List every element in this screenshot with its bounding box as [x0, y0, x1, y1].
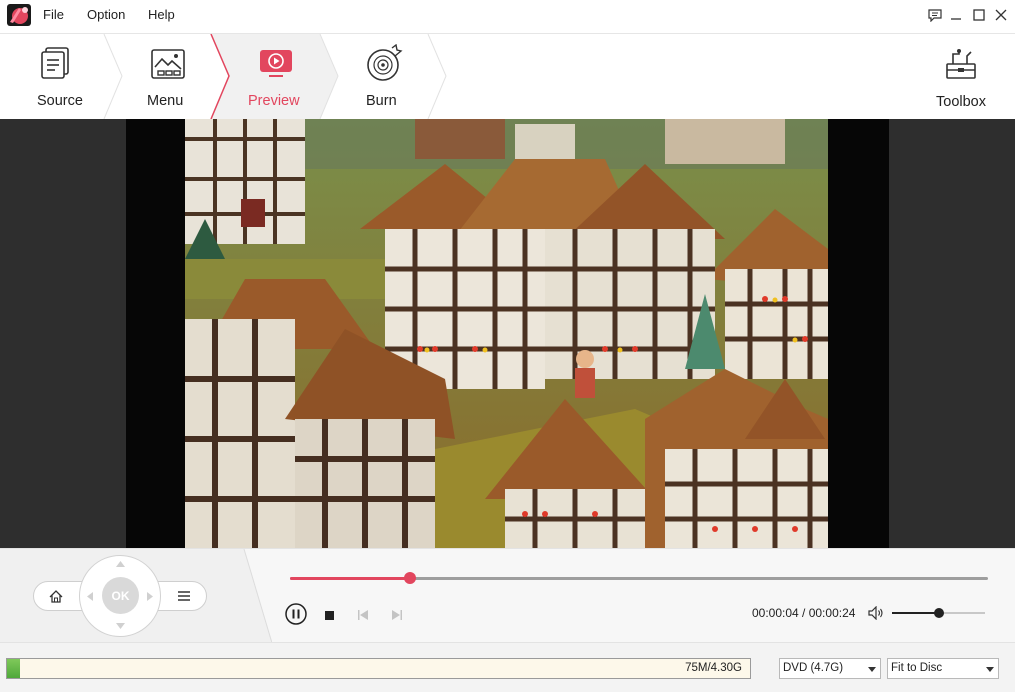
step-label-toolbox: Toolbox — [936, 94, 986, 110]
home-icon[interactable] — [46, 587, 66, 605]
source-doc-icon — [41, 47, 69, 79]
app-logo — [7, 4, 31, 26]
step-source[interactable]: Source — [0, 34, 122, 119]
menu-option[interactable]: Option — [87, 7, 125, 22]
right-arrow-icon[interactable] — [145, 590, 155, 602]
disc-type-value: DVD (4.7G) — [783, 662, 844, 674]
step-label-burn: Burn — [366, 93, 397, 109]
stop-button[interactable] — [322, 608, 336, 622]
step-menu[interactable]: Menu — [110, 34, 222, 119]
toolbox-icon — [946, 49, 976, 79]
disc-capacity-text: 75M/4.30G — [685, 662, 742, 674]
video-image — [185, 119, 828, 548]
status-bar: 75M/4.30G DVD (4.7G) Fit to Disc — [0, 642, 1015, 692]
volume-level — [892, 612, 939, 614]
time-display: 00:00:04 / 00:00:24 — [752, 606, 856, 620]
chevron-down-icon — [986, 667, 994, 672]
step-label-preview: Preview — [248, 93, 300, 109]
step-navigation: Source Menu Preview Burn Toolbox — [0, 33, 1015, 119]
preview-play-icon — [260, 50, 292, 77]
feedback-icon[interactable] — [925, 5, 945, 25]
close-icon[interactable] — [991, 5, 1011, 25]
video-frame[interactable] — [185, 119, 828, 548]
disc-type-select[interactable]: DVD (4.7G) — [779, 658, 881, 679]
menu-list-icon[interactable] — [174, 587, 194, 605]
up-arrow-icon[interactable] — [114, 559, 126, 569]
volume-slider[interactable] — [892, 608, 985, 618]
seek-progress — [290, 577, 411, 580]
maximize-icon[interactable] — [969, 5, 989, 25]
minimize-icon[interactable] — [946, 5, 966, 25]
seek-handle[interactable] — [404, 572, 417, 584]
disc-capacity-bar: 75M/4.30G — [6, 658, 751, 679]
speaker-icon — [867, 606, 883, 620]
step-label-menu: Menu — [147, 93, 184, 109]
burn-disc-icon — [367, 44, 403, 81]
preview-panel — [0, 119, 1015, 548]
pause-button[interactable] — [284, 602, 308, 626]
skip-previous-icon — [358, 610, 368, 620]
step-burn[interactable]: Burn — [338, 34, 438, 119]
volume-handle[interactable] — [933, 608, 944, 618]
ok-button[interactable]: OK — [102, 577, 139, 614]
skip-next-icon — [392, 610, 402, 620]
left-arrow-icon[interactable] — [85, 590, 95, 602]
menu-file[interactable]: File — [43, 7, 64, 22]
menu-help[interactable]: Help — [148, 7, 175, 22]
player-controls: OK 00:00:04 / 00:00:24 — [0, 548, 1015, 643]
volume-button[interactable] — [866, 605, 886, 621]
chevron-down-icon — [868, 667, 876, 672]
pause-icon — [285, 603, 307, 625]
stop-icon — [324, 610, 334, 620]
title-bar: File Option Help — [0, 0, 1015, 30]
previous-button[interactable] — [356, 608, 370, 622]
disc-capacity-fill — [7, 659, 20, 678]
next-button[interactable] — [390, 608, 404, 622]
step-label-source: Source — [37, 93, 83, 109]
step-preview[interactable]: Preview — [229, 34, 329, 119]
seek-bar[interactable] — [290, 572, 988, 584]
menu-template-icon — [151, 49, 185, 79]
fit-mode-value: Fit to Disc — [891, 662, 943, 674]
down-arrow-icon[interactable] — [114, 621, 126, 631]
toolbox-button[interactable]: Toolbox — [925, 34, 1005, 119]
fit-mode-select[interactable]: Fit to Disc — [887, 658, 999, 679]
